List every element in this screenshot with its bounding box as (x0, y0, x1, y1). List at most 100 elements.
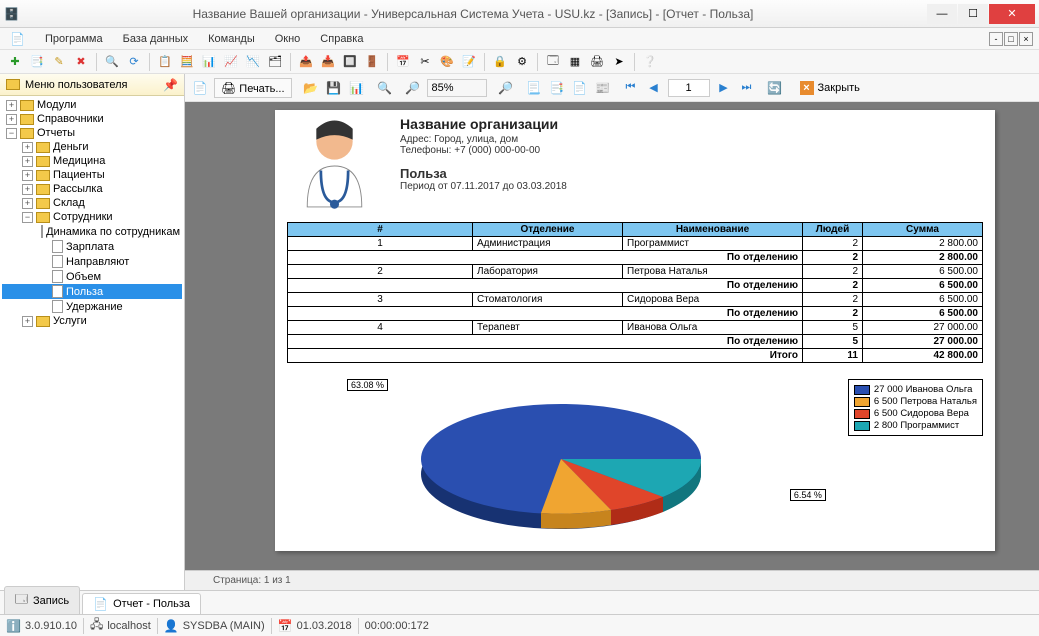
pin-icon[interactable]: 📌 (163, 78, 178, 92)
calendar-icon[interactable]: 📅 (394, 53, 412, 71)
status-time: 00:00:00:172 (365, 620, 429, 632)
menu-help[interactable]: Справка (316, 31, 367, 47)
page-input[interactable] (668, 79, 710, 97)
col-dept: Отделение (473, 223, 623, 237)
tree-salary[interactable]: Зарплата (2, 239, 182, 254)
window-icon[interactable]: 🗔 (544, 53, 562, 71)
export-excel-icon[interactable]: 📊 (348, 78, 366, 98)
edit-icon[interactable]: ✎ (50, 53, 68, 71)
view-icon-a[interactable]: 📃 (525, 78, 543, 98)
toolbar-icon-h[interactable]: 📥 (319, 53, 337, 71)
tree-modules[interactable]: +Модули (2, 98, 182, 112)
tree-dyn[interactable]: Динамика по сотрудникам (2, 224, 182, 239)
zoom-out-icon[interactable]: 🔎 (497, 78, 515, 98)
tab-report[interactable]: 📄Отчет - Польза (82, 593, 201, 614)
status-host: localhost (107, 620, 150, 632)
menu-window[interactable]: Окно (271, 31, 305, 47)
menu-database[interactable]: База данных (119, 31, 193, 47)
refresh-icon[interactable]: ⟳ (125, 53, 143, 71)
toolbar-icon-d[interactable]: 📈 (222, 53, 240, 71)
view-icon-c[interactable]: 📄 (571, 78, 589, 98)
toolbar-icon-g[interactable]: 📤 (297, 53, 315, 71)
org-address: Адрес: Город, улица, дом (400, 134, 567, 145)
table-subtotal: По отделению26 500.00 (288, 307, 983, 321)
menu-program[interactable]: Программа (41, 31, 107, 47)
copy-icon[interactable]: 📑 (28, 53, 46, 71)
nav-prev-icon[interactable]: ◀ (645, 78, 663, 98)
toolbar-icon-i[interactable]: 🔲 (341, 53, 359, 71)
window-title: Название Вашей организации - Универсальн… (19, 7, 927, 21)
add-icon[interactable]: ✚ (6, 53, 24, 71)
tree-patients[interactable]: +Пациенты (2, 168, 182, 182)
statusbar: ℹ️3.0.910.10 🖧localhost 👤SYSDBA (MAIN) 📅… (0, 614, 1039, 636)
print-button[interactable]: 🖨 Печать... (214, 78, 292, 98)
help-icon[interactable]: ❔ (641, 53, 659, 71)
refresh-report-icon[interactable]: 🔄 (766, 78, 784, 98)
tree-directories[interactable]: +Справочники (2, 112, 182, 126)
document-tabs: 🗔Запись 📄Отчет - Польза (0, 590, 1039, 614)
org-phones: Телефоны: +7 (000) 000-00-00 (400, 145, 567, 156)
sidebar-header: Меню пользователя 📌 (0, 74, 184, 96)
zoom-in-icon[interactable]: 🔎 (404, 78, 422, 98)
tree-mailing[interactable]: +Рассылка (2, 182, 182, 196)
tree-deduction[interactable]: Удержание (2, 299, 182, 314)
maximize-button[interactable]: ☐ (958, 4, 988, 24)
toolbar-icon-a[interactable]: 📋 (156, 53, 174, 71)
tree-money[interactable]: +Деньги (2, 140, 182, 154)
tree-volume[interactable]: Объем (2, 269, 182, 284)
page-status: Страница: 1 из 1 (185, 570, 1039, 590)
palette-icon[interactable]: 🎨 (438, 53, 456, 71)
org-name: Название организации (400, 116, 567, 132)
exit-icon[interactable]: 🚪 (363, 53, 381, 71)
date-icon: 📅 (278, 619, 293, 633)
toolbar-icon-c[interactable]: 📊 (200, 53, 218, 71)
arrow-icon[interactable]: ➤ (610, 53, 628, 71)
gear-icon[interactable]: ⚙ (513, 53, 531, 71)
nav-first-icon[interactable]: ⏮ (622, 78, 640, 98)
nav-last-icon[interactable]: ⏭ (738, 78, 756, 98)
print-icon[interactable]: 🖨 (588, 53, 606, 71)
tools-icon[interactable]: ✂ (416, 53, 434, 71)
minimize-button[interactable]: — (927, 4, 957, 24)
toolbar-icon-f[interactable]: 🗂 (266, 53, 284, 71)
mdi-min-icon[interactable]: - (989, 32, 1003, 46)
search-icon[interactable]: 🔍 (103, 53, 121, 71)
toolbar-icon-e[interactable]: 📉 (244, 53, 262, 71)
tree-services[interactable]: +Услуги (2, 314, 182, 328)
close-button[interactable]: ✕ (989, 4, 1035, 24)
tree-employees[interactable]: −Сотрудники (2, 210, 182, 224)
legend-row: 2 800 Программист (854, 420, 977, 431)
table-row: 1АдминистрацияПрограммист22 800.00 (288, 237, 983, 251)
report-viewer[interactable]: Название организации Адрес: Город, улица… (185, 102, 1039, 570)
tree-warehouse[interactable]: +Склад (2, 196, 182, 210)
tree-medicine[interactable]: +Медицина (2, 154, 182, 168)
mdi-close-icon[interactable]: × (1019, 32, 1033, 46)
menu-commands[interactable]: Команды (204, 31, 259, 47)
toolbar-icon-b[interactable]: 🧮 (178, 53, 196, 71)
tab-record[interactable]: 🗔Запись (4, 586, 80, 614)
report-toolbar: 📄 🖨 Печать... 📂 💾 📊 🔍 🔎 85% 🔎 📃 📑 📄 📰 ⏮ … (185, 74, 1039, 102)
table-total: Итого1142 800.00 (288, 349, 983, 363)
zoom-value[interactable]: 85% (427, 79, 487, 97)
note-icon[interactable]: 📝 (460, 53, 478, 71)
open-icon[interactable]: 📂 (302, 78, 320, 98)
mdi-restore-icon[interactable]: □ (1004, 32, 1018, 46)
table-row: 3СтоматологияСидорова Вера26 500.00 (288, 293, 983, 307)
close-report-button[interactable]: ×Закрыть (794, 80, 866, 96)
nav-next-icon[interactable]: ▶ (715, 78, 733, 98)
sidebar: Меню пользователя 📌 +Модули +Справочники… (0, 74, 185, 590)
delete-icon[interactable]: ✖ (72, 53, 90, 71)
report-doc-icon[interactable]: 📄 (191, 78, 209, 98)
zoom-tool-icon[interactable]: 🔍 (376, 78, 394, 98)
report-paper: Название организации Адрес: Город, улица… (275, 110, 995, 551)
view-icon-d[interactable]: 📰 (594, 78, 612, 98)
grid-icon[interactable]: ▦ (566, 53, 584, 71)
tree-reports[interactable]: −Отчеты (2, 126, 182, 140)
tree-referrals[interactable]: Направляют (2, 254, 182, 269)
view-icon-b[interactable]: 📑 (548, 78, 566, 98)
status-icon: ℹ️ (6, 619, 21, 633)
lock-icon[interactable]: 🔒 (491, 53, 509, 71)
tree-benefit[interactable]: Польза (2, 284, 182, 299)
save-icon[interactable]: 💾 (325, 78, 343, 98)
chart-legend: 27 000 Иванова Ольга6 500 Петрова Наталь… (848, 379, 983, 436)
